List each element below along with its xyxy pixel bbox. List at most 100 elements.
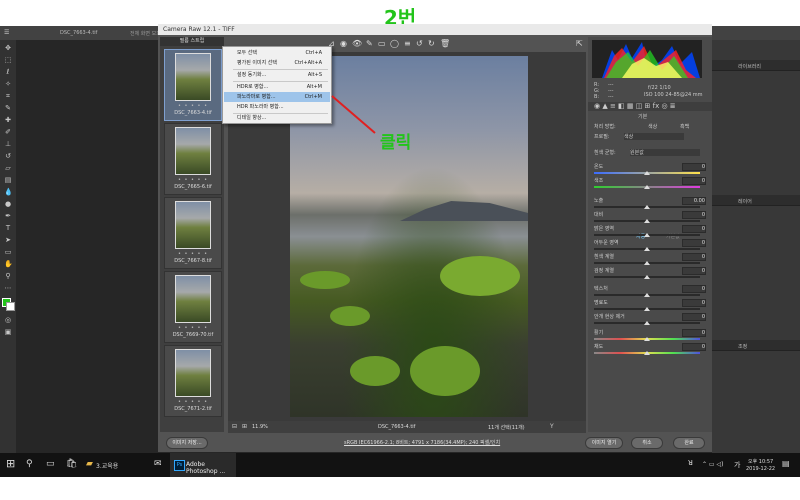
gradient-tool-icon[interactable]: ▤ bbox=[4, 176, 12, 184]
taskbar-folder-label[interactable]: 3.교육용 bbox=[96, 461, 118, 470]
slider-knob[interactable] bbox=[644, 233, 650, 237]
eraser-tool-icon[interactable]: ▱ bbox=[4, 164, 12, 172]
menu-item-merge-panorama[interactable]: 파노라마로 병합... Ctrl+M bbox=[224, 92, 330, 102]
slider-knob[interactable] bbox=[644, 337, 650, 341]
brush-icon[interactable]: ✎ bbox=[366, 39, 373, 48]
panel-tab-adjust[interactable]: 조정 bbox=[712, 340, 800, 351]
quick-mask-icon[interactable]: ◎ bbox=[4, 316, 12, 324]
slider-track[interactable] bbox=[594, 307, 700, 311]
slider-knob[interactable] bbox=[644, 247, 650, 251]
hand-tool-icon[interactable]: ✋ bbox=[4, 260, 13, 268]
done-button[interactable]: 완료 bbox=[673, 437, 705, 449]
slider-track[interactable] bbox=[594, 293, 700, 297]
slider-knob[interactable] bbox=[644, 171, 650, 175]
thumbnail[interactable]: • • • • • DSC_7663-4.tif bbox=[164, 49, 222, 121]
thumbnail[interactable]: • • • • • DSC_7665-6.tif bbox=[164, 123, 222, 195]
rating-stars[interactable]: • • • • • bbox=[165, 399, 221, 405]
before-after-icon[interactable]: Y bbox=[550, 423, 554, 430]
panel-tab-layers[interactable]: 레이어 bbox=[712, 195, 800, 206]
slider-track[interactable] bbox=[594, 275, 700, 279]
pen-tool-icon[interactable]: ✒ bbox=[4, 212, 12, 220]
task-view-icon[interactable]: ▭ bbox=[46, 459, 55, 469]
blur-tool-icon[interactable]: 💧 bbox=[4, 188, 13, 196]
cancel-button[interactable]: 취소 bbox=[631, 437, 663, 449]
rating-stars[interactable]: • • • • • bbox=[165, 177, 221, 183]
slider-track[interactable] bbox=[594, 185, 700, 189]
menu-item-hdr-panorama[interactable]: HDR 파노라마 병합... bbox=[224, 102, 330, 112]
slider-value-field[interactable]: 0 bbox=[682, 163, 706, 171]
slider-value-field[interactable]: 0 bbox=[682, 253, 706, 261]
slider-knob[interactable] bbox=[644, 275, 650, 279]
clock-time[interactable]: 오후 10:57 bbox=[748, 458, 773, 465]
history-brush-icon[interactable]: ↺ bbox=[4, 152, 12, 160]
slider-track[interactable] bbox=[594, 321, 700, 325]
menu-item-merge-hdr[interactable]: HDR로 병합... Alt+M bbox=[224, 82, 330, 92]
slider-knob[interactable] bbox=[644, 321, 650, 325]
slider-value-field[interactable]: 0 bbox=[682, 313, 706, 321]
zoom-level[interactable]: 11.9% bbox=[252, 424, 268, 430]
doc-tab[interactable]: DSC_7663-4.tif bbox=[60, 30, 97, 36]
screen-mode-icon[interactable]: ▣ bbox=[4, 328, 12, 336]
slider-track[interactable] bbox=[594, 247, 700, 251]
menu-item-enhance-details[interactable]: 디테일 향상... bbox=[224, 113, 330, 123]
slider-knob[interactable] bbox=[644, 293, 650, 297]
slider-track[interactable] bbox=[594, 205, 700, 209]
slider-value-field[interactable]: 0 bbox=[682, 225, 706, 233]
save-image-button[interactable]: 이미지 저장... bbox=[166, 437, 208, 449]
basic-panel-icon[interactable]: ◉ ▲ ≡ ◧ ▦ ◫ ⊞ fx ◎ ≣ bbox=[594, 102, 676, 110]
path-select-icon[interactable]: ➤ bbox=[4, 236, 12, 244]
slider-knob[interactable] bbox=[644, 307, 650, 311]
slider-track[interactable] bbox=[594, 351, 700, 355]
shape-tool-icon[interactable]: ▭ bbox=[4, 248, 12, 256]
slider-track[interactable] bbox=[594, 219, 700, 223]
slider-track[interactable] bbox=[594, 337, 700, 341]
move-tool-icon[interactable]: ✥ bbox=[4, 44, 12, 52]
thumbnail[interactable]: • • • • • DSC_7671-2.tif bbox=[164, 345, 222, 417]
dodge-tool-icon[interactable]: ● bbox=[4, 200, 12, 208]
marquee-tool-icon[interactable]: ⬚ bbox=[4, 56, 12, 64]
menu-item-sync-settings[interactable]: 설정 동기화... Alt+S bbox=[224, 70, 330, 80]
slider-value-field[interactable]: 0 bbox=[682, 267, 706, 275]
windows-start-icon[interactable]: ⊞ bbox=[6, 457, 15, 470]
panel-tabs[interactable]: ◉ ▲ ≡ ◧ ▦ ◫ ⊞ fx ◎ ≣ bbox=[588, 102, 712, 111]
slider-value-field[interactable]: 0 bbox=[682, 299, 706, 307]
panel-tab-library[interactable]: 라이브러리 bbox=[712, 60, 800, 71]
rating-stars[interactable]: • • • • • bbox=[165, 251, 221, 257]
tray-icons[interactable]: ⌃ ▭ ◁) bbox=[702, 461, 723, 468]
search-icon[interactable]: ⚲ bbox=[26, 459, 33, 469]
filmstrip-header[interactable]: 필름 스트립 bbox=[160, 37, 224, 46]
workflow-options-link[interactable]: sRGB IEC61966-2.1; 8비트; 4791 x 7186(34.4… bbox=[344, 439, 500, 446]
type-tool-icon[interactable]: T bbox=[4, 224, 12, 232]
notification-icon[interactable]: ▤ bbox=[782, 459, 790, 468]
folder-icon[interactable]: ▰ bbox=[86, 459, 93, 469]
treatment-bw[interactable]: 흑백 bbox=[680, 123, 689, 130]
gradient-icon[interactable]: ▭ bbox=[378, 39, 386, 48]
slider-knob[interactable] bbox=[644, 185, 650, 189]
slider-track[interactable] bbox=[594, 261, 700, 265]
rotate-left-icon[interactable]: ↺ bbox=[416, 39, 423, 48]
slider-value-field[interactable]: 0 bbox=[682, 177, 706, 185]
slider-knob[interactable] bbox=[644, 205, 650, 209]
open-image-button[interactable]: 이미지 열기 bbox=[585, 437, 623, 449]
zoom-tool-icon[interactable]: ⚲ bbox=[4, 272, 12, 280]
slider-track[interactable] bbox=[594, 233, 700, 237]
treatment-color[interactable]: 색상 bbox=[648, 123, 657, 130]
brush-tool-icon[interactable]: ✐ bbox=[4, 128, 12, 136]
profile-select[interactable]: 색상 bbox=[624, 133, 684, 140]
slider-value-field[interactable]: 0 bbox=[682, 211, 706, 219]
delete-icon[interactable]: 🗑 bbox=[440, 39, 450, 48]
slider-knob[interactable] bbox=[644, 219, 650, 223]
slider-value-field[interactable]: 0 bbox=[682, 329, 706, 337]
rating-stars[interactable]: • • • • • bbox=[165, 103, 221, 109]
slider-value-field[interactable]: 0 bbox=[682, 285, 706, 293]
clock-date[interactable]: 2019-12-22 bbox=[746, 466, 775, 472]
rating-stars[interactable]: • • • • • bbox=[165, 325, 221, 331]
stamp-tool-icon[interactable]: ⊥ bbox=[4, 140, 12, 148]
taskbar-photoshop[interactable]: Ps Adobe Photoshop ... bbox=[170, 453, 236, 479]
thumbnail[interactable]: • • • • • DSC_7667-8.tif bbox=[164, 197, 222, 269]
slider-track[interactable] bbox=[594, 171, 700, 175]
fullscreen-icon[interactable]: ⇱ bbox=[576, 39, 583, 48]
slider-knob[interactable] bbox=[644, 351, 650, 355]
menu-item-select-rated[interactable]: 평가된 이미지 선택 Ctrl+Alt+A bbox=[224, 58, 330, 68]
rotate-right-icon[interactable]: ↻ bbox=[428, 39, 435, 48]
